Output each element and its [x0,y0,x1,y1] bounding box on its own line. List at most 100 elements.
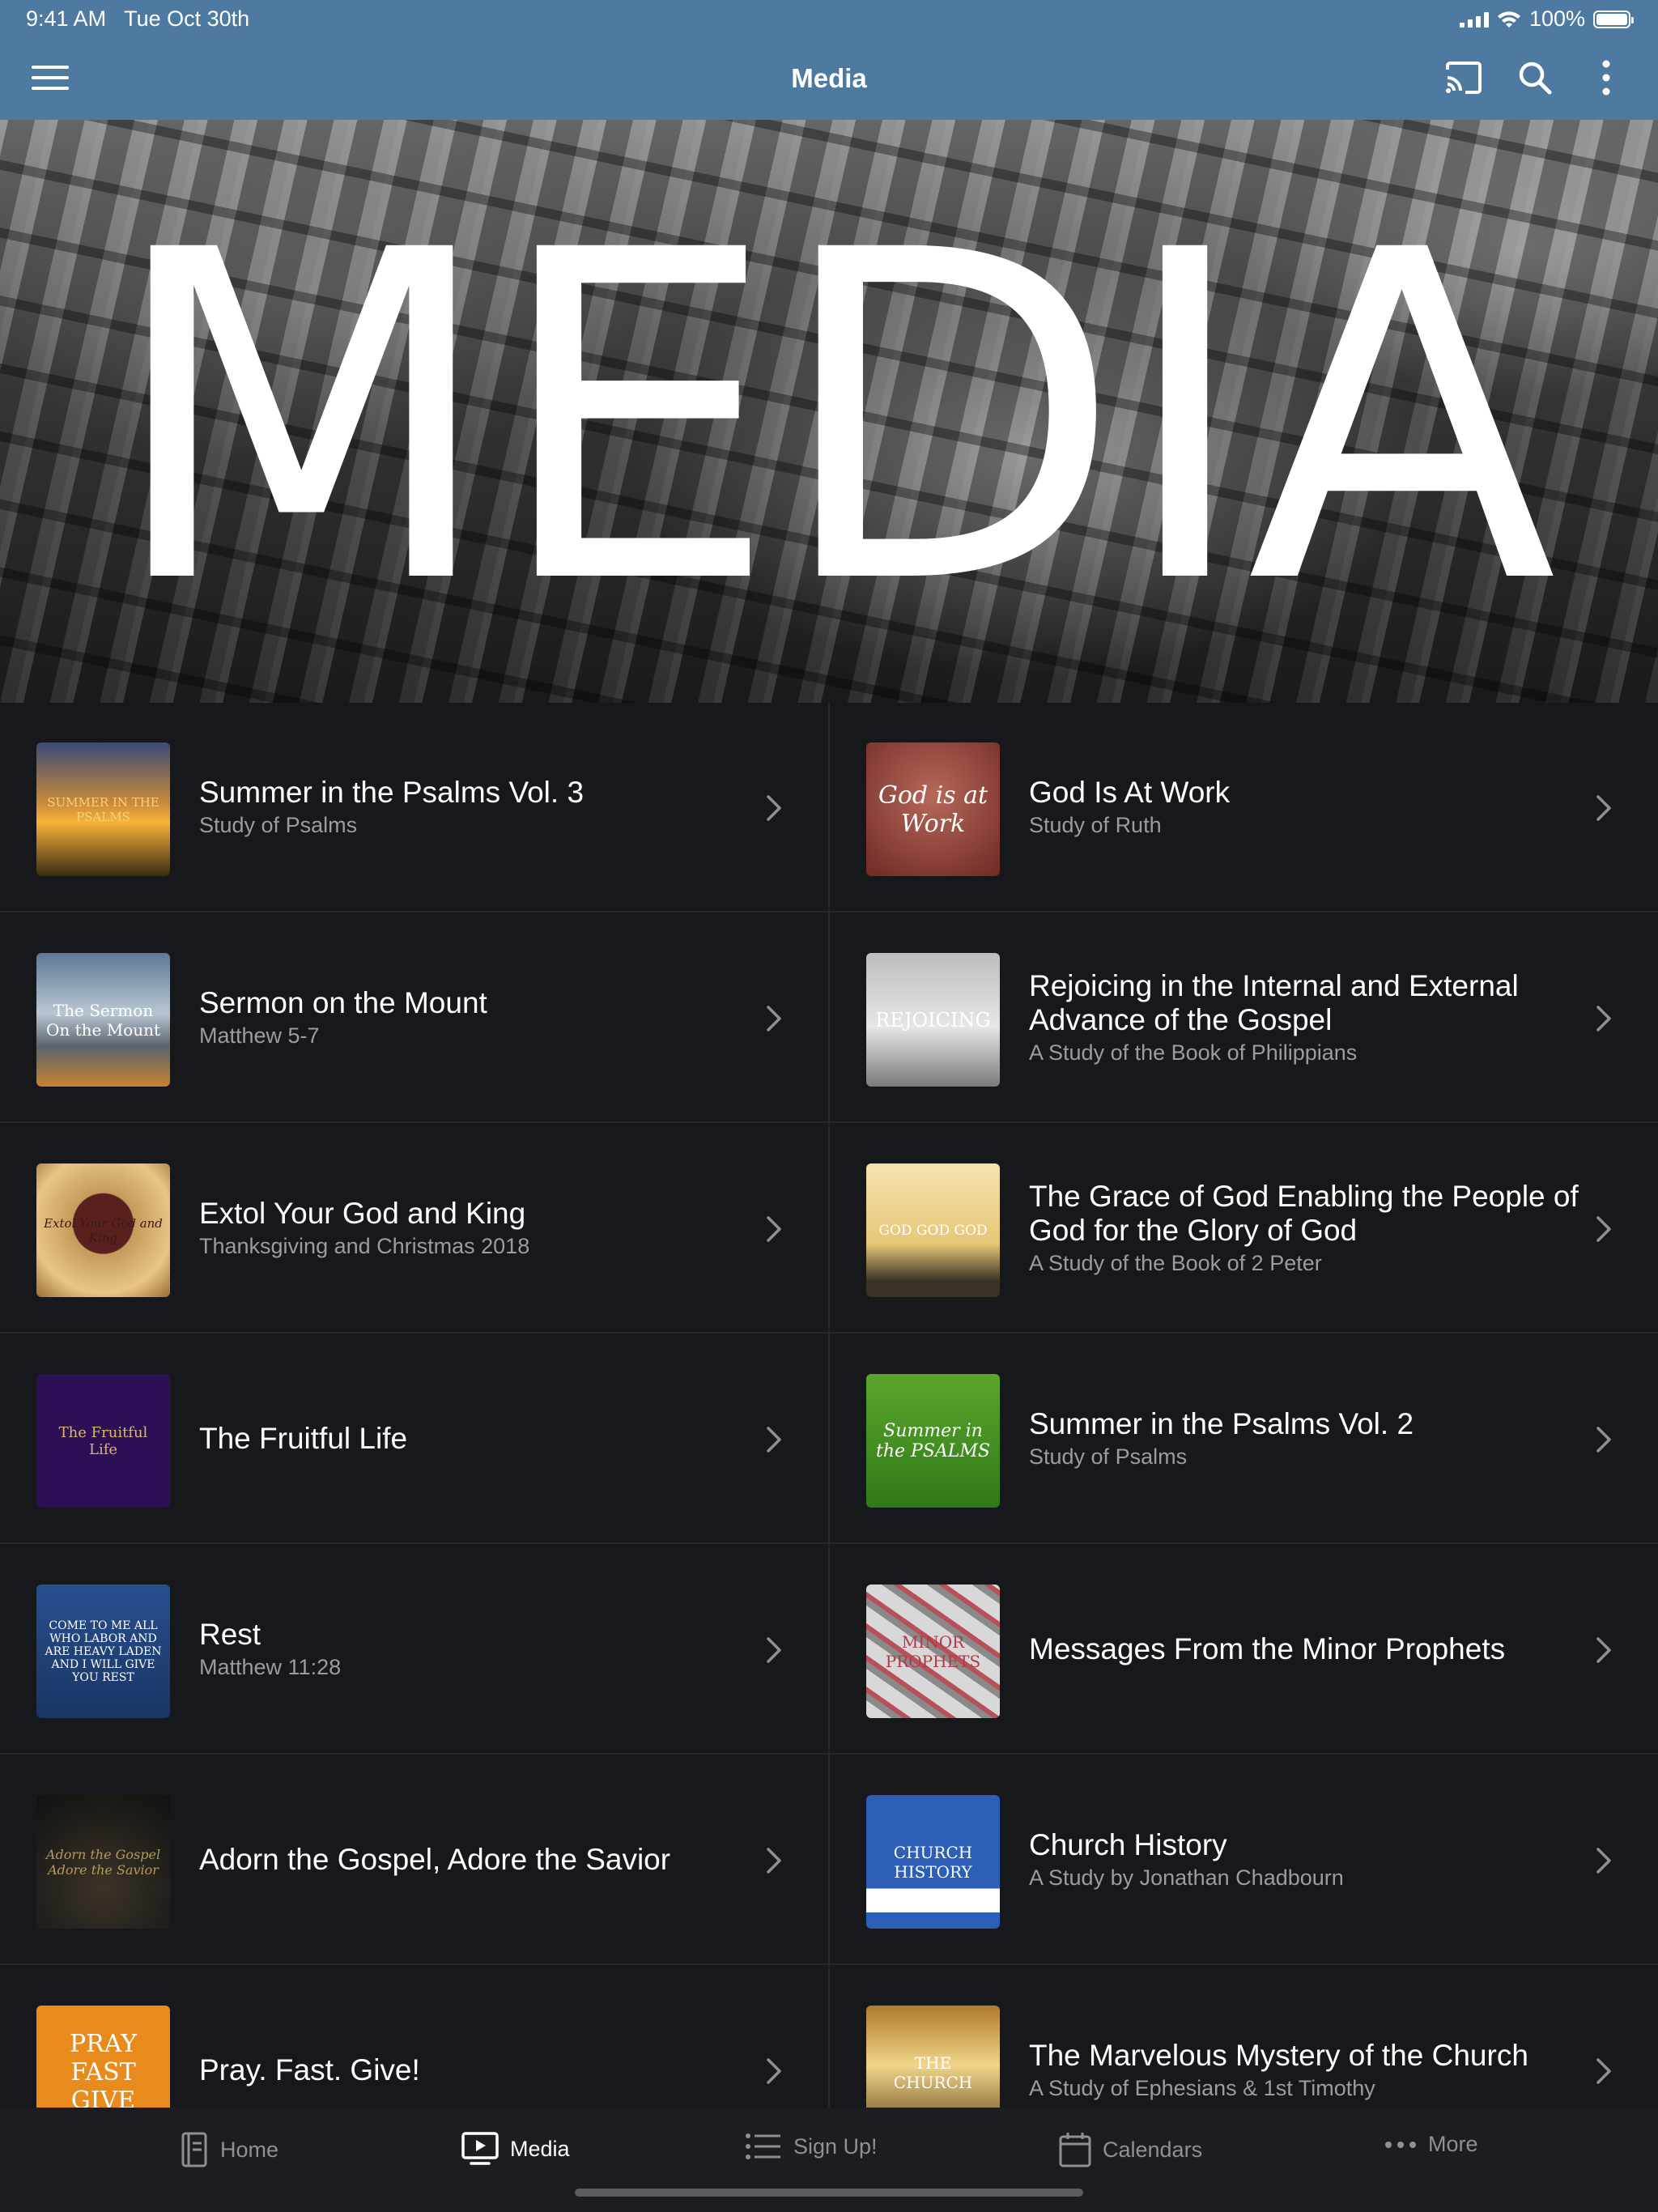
tab-sign-up[interactable]: Sign Up! [745,2132,878,2161]
series-subtitle: Study of Psalms [1029,1444,1188,1469]
series-text: Summer in the Psalms Vol. 3 Study of Psal… [199,703,755,911]
series-title: The Marvelous Mystery of the Church [1029,2039,1528,2072]
chevron-right-icon [1596,1006,1611,1032]
series-text: God Is At Work Study of Ruth [1029,703,1585,911]
tab-calendars-label: Calendars [1103,2137,1203,2162]
series-text: Messages From the Minor Prophets [1029,1545,1585,1753]
tab-more-label: More [1428,2132,1478,2156]
series-title: Summer in the Psalms Vol. 3 [199,776,585,809]
series-title: Messages From the Minor Prophets [1029,1631,1506,1665]
cast-icon [1446,62,1482,94]
battery-percent: 100% [1528,6,1585,31]
hero-banner: MEDIA [0,120,1658,703]
series-text: Church History A Study by Jonathan Chadbo… [1029,1755,1585,1963]
battery-icon [1593,10,1634,28]
tab-home[interactable]: Home [180,2132,278,2167]
chevron-right-icon [767,1637,781,1663]
series-title: Rest [199,1618,261,1651]
series-artwork: MINOR PROPHETS [866,1585,1000,1718]
series-artwork: REJOICING [866,953,1000,1087]
more-dots-icon [1385,2141,1416,2148]
series-text: Summer in the Psalms Vol. 2 Study of Psal… [1029,1334,1585,1542]
series-subtitle: Matthew 5-7 [199,1023,320,1048]
hero-title: MEDIA [105,155,1557,683]
chevron-right-icon [767,2058,781,2084]
series-artwork-text: Extol Your God and King [44,1215,163,1245]
chevron-right-icon [1596,1427,1611,1453]
media-series-item[interactable]: SUMMER IN THE PSALMS Summer in the Psalms… [0,703,828,912]
chevron-right-icon [1596,1637,1611,1663]
series-artwork: SUMMER IN THE PSALMS [36,742,170,876]
series-artwork-text: REJOICING [875,1008,991,1032]
series-artwork-text: CHURCH HISTORY [893,1842,973,1882]
series-title: Rejoicing in the Internal and External A… [1029,969,1519,1036]
series-artwork-text: COME TO ME ALL WHO LABOR AND ARE HEAVY L… [45,1619,162,1684]
series-title: Pray. Fast. Give! [199,2052,420,2087]
status-time: 9:41 AM Tue Oct 30th [26,6,249,32]
home-indicator [575,2189,1083,2197]
series-text: Rejoicing in the Internal and External A… [1029,913,1585,1121]
series-subtitle: A Study of the Book of 2 Peter [1029,1251,1322,1275]
search-icon [1519,62,1552,95]
series-artwork-text: Summer in the PSALMS [876,1420,990,1461]
chevron-right-icon [767,1216,781,1242]
top-bar: 9:41 AM Tue Oct 30th 100% Media [0,0,1658,120]
series-artwork-text: Adorn the Gospel Adore the Savior [45,1846,161,1878]
series-artwork: The Sermon On the Mount [36,953,170,1087]
series-title: God Is At Work [1029,776,1231,809]
series-artwork: Summer in the PSALMS [866,1374,1000,1508]
media-series-item[interactable]: COME TO ME ALL WHO LABOR AND ARE HEAVY L… [0,1545,828,1755]
chevron-right-icon [767,795,781,821]
media-series-item[interactable]: Adorn the Gospel Adore the Savior Adorn t… [0,1755,828,1965]
media-series-item[interactable]: REJOICING Rejoicing in the Internal and E… [830,913,1658,1123]
tv-play-icon [461,2132,499,2165]
tab-media-label: Media [510,2136,570,2161]
series-subtitle: A Study of Ephesians & 1st Timothy [1029,2076,1375,2100]
cellular-signal-icon [1459,11,1489,28]
media-series-item[interactable]: GOD GOD GOD The Grace of God Enabling the… [830,1124,1658,1334]
series-text: The Grace of God Enabling the People of … [1029,1124,1585,1332]
series-artwork: GOD GOD GOD [866,1163,1000,1297]
list-icon [746,2133,780,2159]
series-artwork-text: The Sermon On the Mount [45,1000,161,1040]
series-artwork: The Fruitful Life [36,1374,170,1508]
tab-home-label: Home [220,2137,279,2162]
status-date: Tue Oct 30th [124,6,250,31]
chevron-right-icon [767,1427,781,1453]
media-series-item[interactable]: God is at Work God Is At Work Study of Rut… [830,703,1658,912]
tab-media[interactable]: Media [461,2132,570,2166]
media-series-item[interactable]: CHURCH HISTORY Church History A Study by J… [830,1755,1658,1965]
series-text: Sermon on the Mount Matthew 5-7 [199,913,755,1121]
tab-more[interactable]: More [1384,2132,1478,2157]
chevron-right-icon [1596,2058,1611,2084]
status-right: 100% [1459,6,1634,32]
series-title: The Grace of God Enabling the People of … [1029,1180,1579,1247]
cast-button[interactable] [1439,53,1488,102]
tab-calendars[interactable]: Calendars [1059,2132,1202,2167]
chevron-right-icon [1596,1216,1611,1242]
series-subtitle: Study of Psalms [199,813,358,837]
media-series-item[interactable]: MINOR PROPHETS Messages From the Minor Pr… [830,1545,1658,1755]
wifi-icon [1497,11,1520,28]
series-subtitle: A Study by Jonathan Chadbourn [1029,1865,1344,1890]
status-clock: 9:41 AM [26,6,107,31]
page-title: Media [791,63,867,93]
series-artwork-text: GOD GOD GOD [878,1222,988,1239]
media-series-item[interactable]: Summer in the PSALMS Summer in the Psalms… [830,1334,1658,1544]
series-title: Extol Your God and King [199,1197,526,1230]
search-button[interactable] [1511,53,1559,102]
chevron-right-icon [767,1006,781,1032]
series-text: Extol Your God and King Thanksgiving and … [199,1124,755,1332]
series-text: Rest Matthew 11:28 [199,1545,755,1753]
chevron-right-icon [1596,1848,1611,1874]
overflow-menu-button[interactable] [1582,53,1630,102]
series-artwork-text: SUMMER IN THE PSALMS [47,794,159,824]
media-series-item[interactable]: Extol Your God and King Extol Your God an… [0,1124,828,1334]
series-subtitle: A Study of the Book of Philippians [1029,1040,1358,1065]
series-title: Sermon on the Mount [199,986,487,1019]
battery-fill [1596,13,1627,25]
media-series-item[interactable]: The Sermon On the Mount Sermon on the Mou… [0,913,828,1123]
calendar-icon [1059,2133,1091,2167]
media-series-item[interactable]: The Fruitful Life The Fruitful Life [0,1334,828,1544]
series-text: Adorn the Gospel, Adore the Savior [199,1755,755,1963]
